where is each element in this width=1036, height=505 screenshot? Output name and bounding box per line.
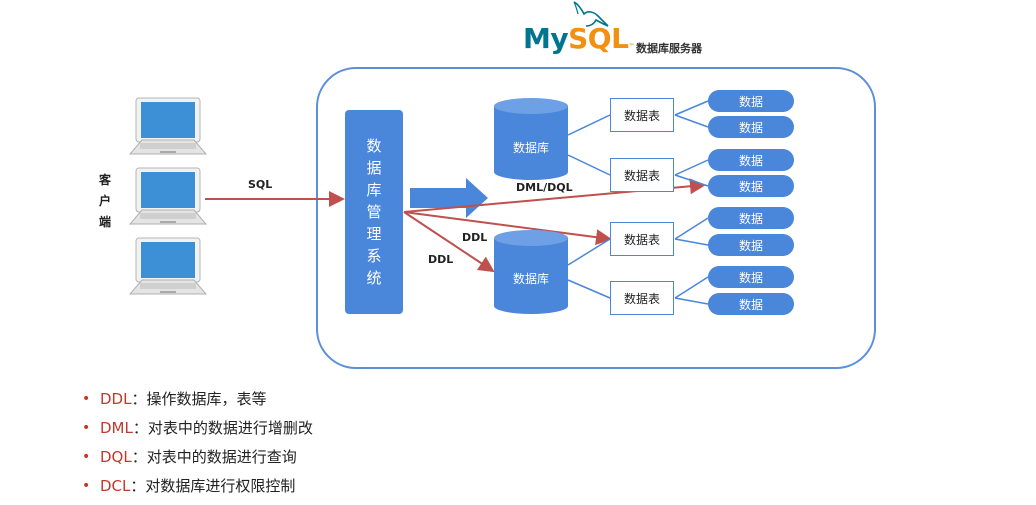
bullet-dot: •: [82, 419, 91, 436]
bullet-dot: •: [82, 448, 91, 465]
ddl-edge-label: DDL: [428, 253, 454, 266]
database-label: 数据库: [512, 272, 549, 286]
table-node: 数据表: [610, 222, 674, 256]
ddl-edge-label: DDL: [462, 231, 488, 244]
bullet-dot: •: [82, 390, 91, 407]
table-node: 数据表: [610, 281, 674, 315]
data-pill: 数据: [708, 90, 794, 112]
big-blue-arrow: [410, 178, 488, 218]
data-pill: 数据: [708, 149, 794, 171]
table-node: 数据表: [610, 158, 674, 192]
table-node: 数据表: [610, 98, 674, 132]
bullet-ddl: • DDL：操作数据库，表等: [82, 389, 267, 409]
sql-edge-label: SQL: [248, 178, 273, 191]
bullet-dcl: • DCL：对数据库进行权限控制: [82, 476, 296, 496]
data-pill: 数据: [708, 116, 794, 138]
data-pill: 数据: [708, 234, 794, 256]
database-label: 数据库: [512, 141, 549, 155]
data-pill: 数据: [708, 207, 794, 229]
dbms-block: 数据库管理系统: [345, 110, 403, 314]
bullet-dql: • DQL：对表中的数据进行查询: [82, 447, 297, 467]
bullet-dml: • DML：对表中的数据进行增删改: [82, 418, 313, 438]
sql-category-list: • DDL：操作数据库，表等 • DML：对表中的数据进行增删改 • DQL：对…: [82, 384, 313, 500]
bullet-dot: •: [82, 477, 91, 494]
dml-dql-edge-label: DML/DQL: [516, 181, 573, 194]
dbms-label: 数据库管理系统: [366, 137, 382, 287]
data-pill: 数据: [708, 266, 794, 288]
data-pill: 数据: [708, 293, 794, 315]
data-pill: 数据: [708, 175, 794, 197]
